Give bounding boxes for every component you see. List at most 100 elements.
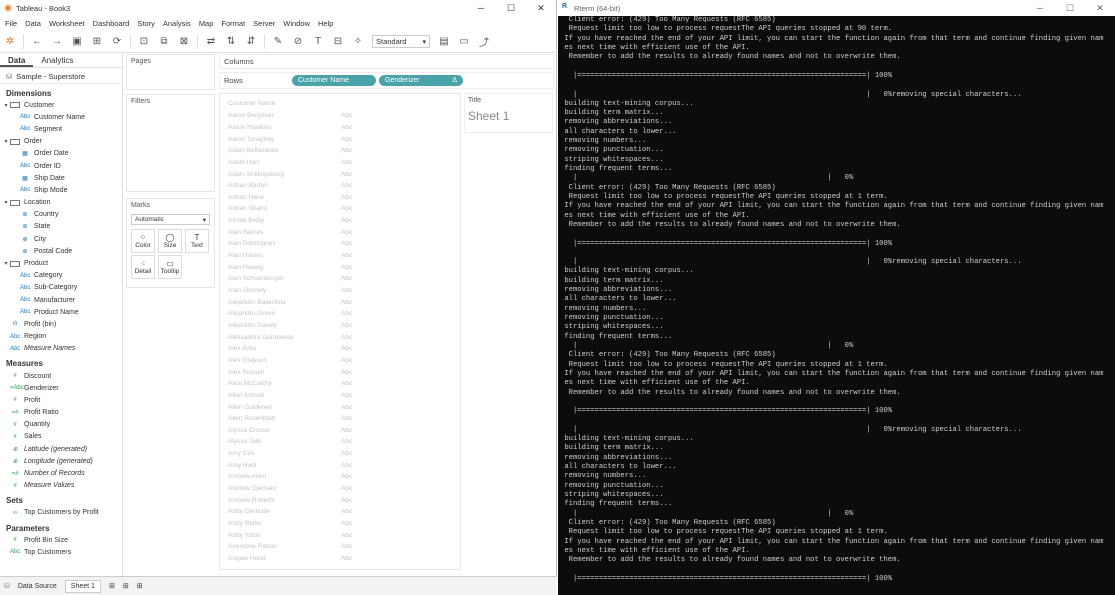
dimension-field[interactable]: Abc Ship Mode	[0, 184, 122, 196]
forward-icon[interactable]: →	[49, 35, 65, 49]
fix-axes-icon[interactable]: ⊟	[330, 35, 346, 49]
dimension-field[interactable]: ▦ Order Date	[0, 148, 122, 160]
dimension-field[interactable]: ⊕ Postal Code	[0, 245, 122, 257]
data-source-tab[interactable]: Data Source	[18, 583, 57, 590]
set-item[interactable]: ∞ Top Customers by Profit	[0, 507, 122, 519]
table-row[interactable]: Andrew Gjertsen Abc	[228, 483, 458, 495]
measure-field[interactable]: # Sales	[0, 431, 122, 443]
table-row[interactable]: Andrew Roberts Abc	[228, 494, 458, 506]
dimension-field[interactable]: Abc Measure Names	[0, 343, 122, 355]
menu-item[interactable]: Worksheet	[49, 19, 85, 28]
mark-text-button[interactable]: T Text	[185, 229, 209, 253]
dimension-field[interactable]: Abc Customer Name	[0, 111, 122, 123]
parameter-item[interactable]: # Profit Bin Size	[0, 534, 122, 546]
menu-item[interactable]: Help	[318, 19, 333, 28]
mark-type-dropdown[interactable]: Automatic	[131, 214, 210, 225]
new-worksheet-icon[interactable]: ⊡	[136, 35, 152, 49]
dimension-field[interactable]: Abc Manufacturer	[0, 294, 122, 306]
sort-ascending-icon[interactable]: ⇅	[223, 35, 239, 49]
maximize-button[interactable]: ☐	[496, 0, 526, 16]
table-row[interactable]: Alex Grayson Abc	[228, 355, 458, 367]
table-row[interactable]: Adam Hart Abc	[228, 157, 458, 169]
new-data-source-icon[interactable]: ⊞	[89, 35, 105, 49]
dimension-field[interactable]: Abc Segment	[0, 123, 122, 135]
sheet-title[interactable]: Sheet 1	[465, 107, 552, 125]
expand-arrow-icon[interactable]: ▾	[2, 199, 10, 206]
menu-item[interactable]: Window	[283, 19, 310, 28]
close-button[interactable]: ✕	[1085, 0, 1115, 16]
tab-data[interactable]: Data	[0, 54, 34, 67]
table-row[interactable]: Alex Avila Abc	[228, 343, 458, 355]
table-row[interactable]: Adrian Hane Abc	[228, 192, 458, 204]
pin-icon[interactable]: ✧	[350, 35, 366, 49]
expand-arrow-icon[interactable]: ▾	[2, 102, 10, 109]
back-icon[interactable]: ←	[29, 35, 45, 49]
dimension-folder[interactable]: ▾ Customer	[0, 99, 122, 111]
new-story-icon[interactable]: ⊞	[137, 582, 143, 590]
view-area[interactable]: Customer Name Aaron Bergman Abc Aaron Hawk…	[219, 93, 461, 570]
dimension-folder[interactable]: ▾ Product	[0, 257, 122, 269]
row-pill[interactable]: Customer Name	[292, 75, 376, 86]
show-cards-icon[interactable]: ▤	[436, 35, 452, 49]
presentation-icon[interactable]: ▭	[456, 35, 472, 49]
refresh-icon[interactable]: ⟳	[109, 35, 125, 49]
minimize-button[interactable]: ─	[466, 0, 496, 16]
measure-field[interactable]: # Measure Values	[0, 480, 122, 492]
table-row[interactable]: Amy Cox Abc	[228, 448, 458, 460]
table-row[interactable]: Alyssa Crouse Abc	[228, 425, 458, 437]
duplicate-icon[interactable]: ⧉	[156, 35, 172, 49]
columns-shelf[interactable]: Columns	[219, 54, 554, 69]
dimension-field[interactable]: Abc Order ID	[0, 160, 122, 172]
measure-field[interactable]: ⊕ Longitude (generated)	[0, 455, 122, 467]
menu-item[interactable]: Data	[25, 19, 41, 28]
measure-field[interactable]: # Profit	[0, 394, 122, 406]
table-row[interactable]: Allen Armold Abc	[228, 390, 458, 402]
dimension-field[interactable]: Abc Category	[0, 270, 122, 282]
measure-field[interactable]: # Discount	[0, 370, 122, 382]
table-row[interactable]: Andy Gerbode Abc	[228, 506, 458, 518]
menu-item[interactable]: Map	[199, 19, 214, 28]
dimension-field[interactable]: ⊕ State	[0, 221, 122, 233]
filters-card[interactable]: Filters	[126, 94, 215, 192]
dimension-folder[interactable]: ▾ Location	[0, 197, 122, 209]
labels-icon[interactable]: T	[310, 35, 326, 49]
data-source-item[interactable]: ⛁ Sample - Superstore	[0, 70, 122, 84]
mark-color-button[interactable]: ⁘ Color	[131, 229, 155, 253]
console-output[interactable]: Client error: (429) Too Many Requests (R…	[558, 16, 1115, 595]
mark-tooltip-button[interactable]: ▭ Tooltip	[158, 255, 182, 279]
clear-sheet-icon[interactable]: ⊠	[176, 35, 192, 49]
table-row[interactable]: Adam Shillingsburg Abc	[228, 168, 458, 180]
table-row[interactable]: Alan Barnes Abc	[228, 227, 458, 239]
table-row[interactable]: Alice McCarthy Abc	[228, 378, 458, 390]
table-row[interactable]: Anemone Ratner Abc	[228, 541, 458, 553]
table-row[interactable]: Andy Reiter Abc	[228, 518, 458, 530]
table-row[interactable]: Alan Shonely Abc	[228, 285, 458, 297]
row-pill[interactable]: Genderizer Δ	[379, 75, 463, 86]
maximize-button[interactable]: ☐	[1055, 0, 1085, 16]
table-row[interactable]: Alan Haines Abc	[228, 250, 458, 262]
table-row[interactable]: Allen Rosenblatt Abc	[228, 413, 458, 425]
table-row[interactable]: Adam Bellavance Abc	[228, 145, 458, 157]
dimension-field[interactable]: ▦ Ship Date	[0, 172, 122, 184]
sheet-tab[interactable]: Sheet 1	[64, 579, 101, 593]
table-row[interactable]: Alex Russell Abc	[228, 366, 458, 378]
table-row[interactable]: Alejandro Grove Abc	[228, 308, 458, 320]
menu-item[interactable]: Analysis	[163, 19, 191, 28]
table-row[interactable]: Alyssa Tate Abc	[228, 436, 458, 448]
mark-detail-button[interactable]: ⁖ Detail	[131, 255, 155, 279]
table-row[interactable]: Aaron Bergman Abc	[228, 110, 458, 122]
rows-shelf[interactable]: Rows Customer Name Genderizer Δ	[219, 72, 554, 89]
dimension-folder[interactable]: ▾ Order	[0, 136, 122, 148]
dimension-field[interactable]: Abc Sub-Category	[0, 282, 122, 294]
expand-arrow-icon[interactable]: ▾	[2, 138, 10, 145]
table-row[interactable]: Angele Hood Abc	[228, 553, 458, 565]
table-row[interactable]: Alejandro Ballentine Abc	[228, 296, 458, 308]
menu-item[interactable]: Format	[221, 19, 245, 28]
table-row[interactable]: Allen Goldenen Abc	[228, 401, 458, 413]
tab-analytics[interactable]: Analytics	[33, 54, 81, 67]
table-row[interactable]: Adrian Barton Abc	[228, 180, 458, 192]
table-row[interactable]: Alejandro Savely Abc	[228, 320, 458, 332]
dimension-field[interactable]: ⊕ Country	[0, 209, 122, 221]
menu-item[interactable]: Server	[253, 19, 275, 28]
tableau-logo-icon[interactable]: ✲	[2, 35, 18, 49]
